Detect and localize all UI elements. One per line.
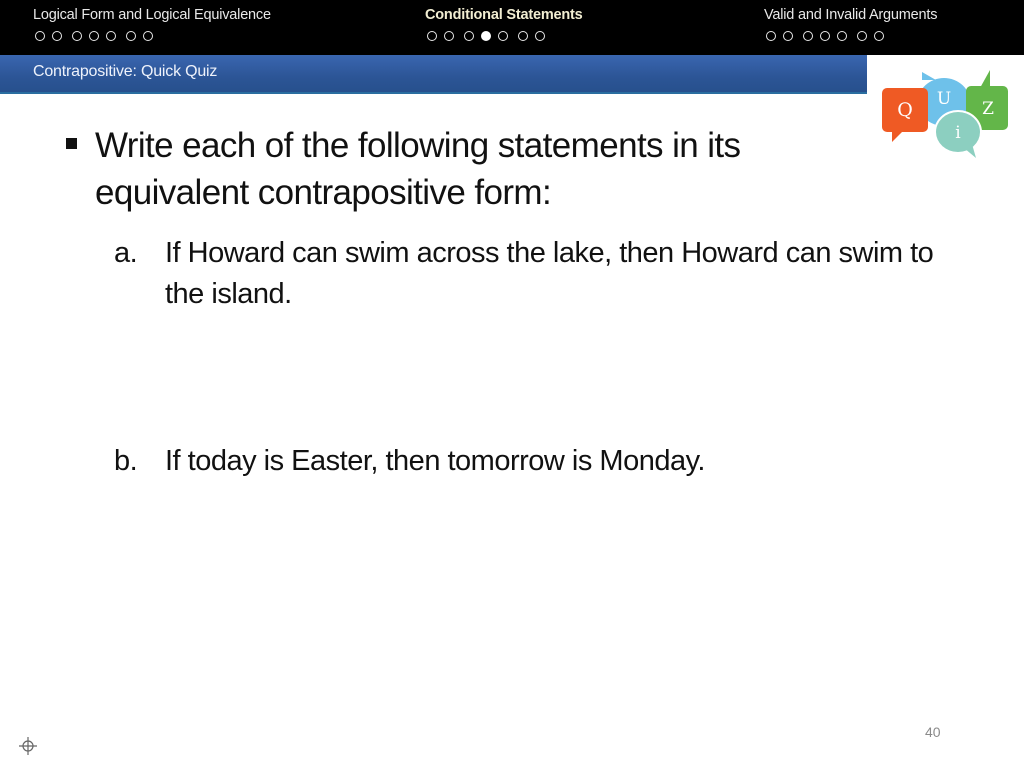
quiz-logo-icon: U Z Q i (882, 70, 1008, 158)
slide-dots (766, 31, 884, 41)
section-navigation-bar: Logical Form and Logical Equivalence Con… (0, 0, 1024, 55)
slide-dot[interactable] (857, 31, 867, 41)
logo-letter-i: i (955, 123, 961, 143)
bullet-square-icon (66, 138, 77, 149)
slide-dot[interactable] (837, 31, 847, 41)
slide-dot-current[interactable] (481, 31, 491, 41)
quiz-bubble-q: Q (882, 88, 928, 142)
logo-letter-z: Z (982, 99, 994, 119)
quiz-item-label: a. (114, 237, 138, 269)
slide-dot[interactable] (535, 31, 545, 41)
slide-dot[interactable] (126, 31, 136, 41)
slide-dot[interactable] (89, 31, 99, 41)
slide-dot[interactable] (803, 31, 813, 41)
nav-section-title[interactable]: Valid and Invalid Arguments (764, 7, 937, 23)
slide-dot[interactable] (464, 31, 474, 41)
slide-dot[interactable] (766, 31, 776, 41)
slide-title-bar: Contrapositive: Quick Quiz (0, 55, 867, 94)
instruction-text: Write each of the following statements i… (95, 126, 741, 212)
slide-dot[interactable] (783, 31, 793, 41)
quiz-item-text: If Howard can swim across the lake, then… (165, 237, 934, 310)
quiz-item-text: If today is Easter, then tomorrow is Mon… (165, 445, 706, 477)
quiz-item-label: b. (114, 445, 138, 477)
slide-dot[interactable] (427, 31, 437, 41)
slide-title: Contrapositive: Quick Quiz (33, 63, 218, 80)
nav-section-title[interactable]: Logical Form and Logical Equivalence (33, 7, 271, 23)
slide-dot[interactable] (820, 31, 830, 41)
slide-dot[interactable] (52, 31, 62, 41)
crosshair-navigation-icon[interactable] (19, 737, 37, 755)
slide-dot[interactable] (143, 31, 153, 41)
slide-dot[interactable] (518, 31, 528, 41)
slide-number: 40 (925, 724, 941, 740)
slide-dot[interactable] (498, 31, 508, 41)
nav-section-title-active[interactable]: Conditional Statements (425, 7, 583, 23)
quiz-bubble-i: i (934, 110, 982, 158)
slide-dot[interactable] (106, 31, 116, 41)
slide-dot[interactable] (72, 31, 82, 41)
slide-dots (427, 31, 545, 41)
slide-dot[interactable] (874, 31, 884, 41)
slide-dot[interactable] (35, 31, 45, 41)
slide-dots (35, 31, 153, 41)
slide-dot[interactable] (444, 31, 454, 41)
logo-letter-q: Q (897, 99, 913, 121)
logo-letter-u: U (937, 89, 951, 109)
